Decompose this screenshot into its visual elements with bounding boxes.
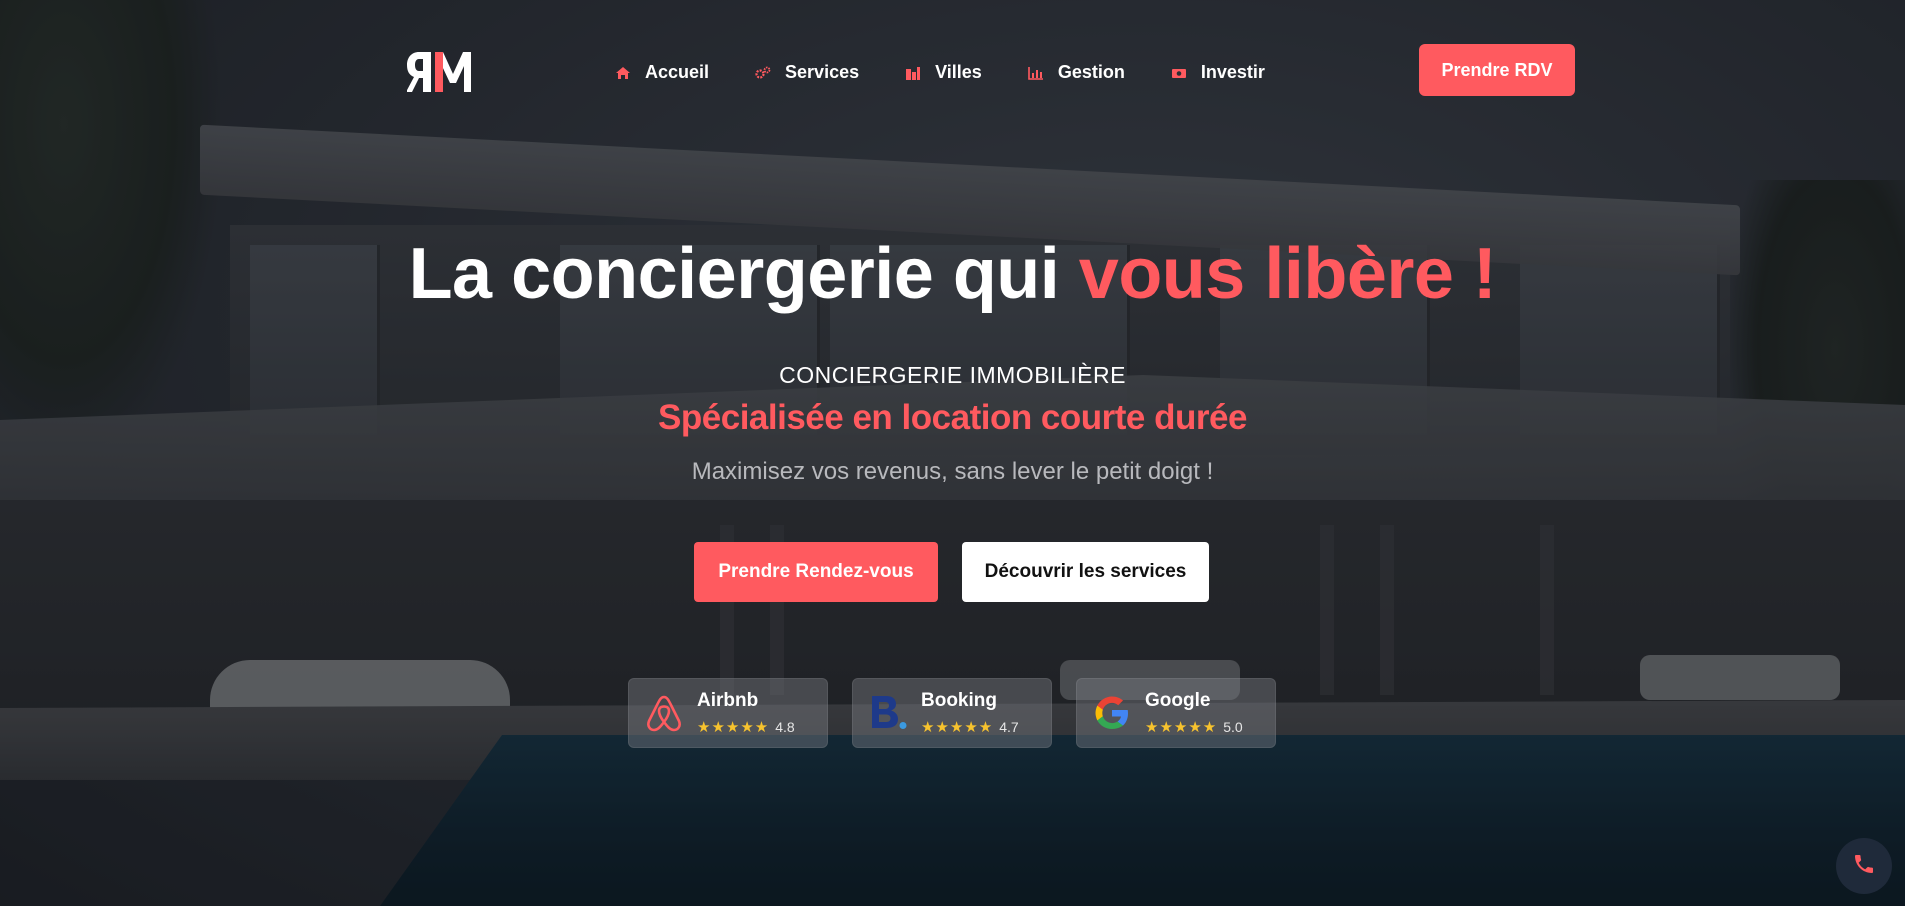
phone-icon: [1852, 852, 1876, 881]
rating-name: Airbnb: [697, 690, 759, 711]
nav-label: Villes: [935, 62, 982, 82]
hero-kicker: CONCIERGERIE IMMOBILIÈRE: [779, 362, 1126, 388]
discover-services-button[interactable]: Découvrir les services: [962, 542, 1209, 602]
rating-name: Google: [1145, 690, 1211, 711]
rating-row: ★★★★★ 4.7: [921, 718, 1019, 736]
nav-item-accueil[interactable]: Accueil: [615, 62, 709, 83]
home-icon: [615, 66, 631, 80]
site-header: Accueil Services Villes Gestion Investir: [0, 0, 1905, 120]
nav-item-villes[interactable]: Villes: [905, 62, 982, 83]
nav-label: Services: [785, 62, 860, 82]
star-rating: ★★★★★: [697, 719, 770, 736]
rm-logo-icon: [407, 52, 471, 92]
nav-item-investir[interactable]: Investir: [1171, 62, 1265, 83]
nav-label: Gestion: [1057, 62, 1125, 82]
floating-call-button[interactable]: [1836, 838, 1892, 894]
rating-body: Google ★★★★★ 5.0: [1145, 690, 1243, 736]
hero-title-main: La conciergerie qui: [408, 234, 1079, 314]
hero-tagline: Maximisez vos revenus, sans lever le pet…: [691, 458, 1214, 485]
rating-card-google: Google ★★★★★ 5.0: [1076, 678, 1276, 748]
nav-item-services[interactable]: Services: [755, 62, 859, 83]
hero-title-accent: vous libère !: [1078, 234, 1497, 314]
rating-card-airbnb: Airbnb ★★★★★ 4.8: [628, 678, 828, 748]
google-logo-icon: [1091, 692, 1133, 734]
rating-score: 5.0: [1223, 719, 1243, 735]
nav-label: Accueil: [645, 62, 710, 82]
money-icon: [1171, 66, 1187, 80]
header-appointment-button[interactable]: Prendre RDV: [1419, 44, 1575, 96]
rating-score: 4.8: [775, 719, 795, 735]
booking-logo-icon: [867, 692, 909, 734]
appointment-button[interactable]: Prendre Rendez-vous: [694, 542, 938, 602]
rating-row: ★★★★★ 4.8: [697, 718, 795, 736]
nav-label: Investir: [1200, 62, 1265, 82]
city-icon: [905, 66, 921, 80]
rating-row: ★★★★★ 5.0: [1145, 718, 1243, 736]
hero-title: La conciergerie qui vous libère !: [0, 232, 1905, 316]
rating-name: Booking: [921, 690, 997, 711]
star-rating: ★★★★★: [1145, 719, 1218, 736]
nav-item-gestion[interactable]: Gestion: [1028, 62, 1125, 83]
hero-subtitle: Spécialisée en location courte durée: [658, 398, 1247, 437]
site-logo[interactable]: [407, 46, 483, 94]
rating-card-booking: Booking ★★★★★ 4.7: [852, 678, 1052, 748]
rating-body: Booking ★★★★★ 4.7: [921, 690, 1019, 736]
rating-score: 4.7: [999, 719, 1019, 735]
chart-icon: [1028, 66, 1044, 80]
star-rating: ★★★★★: [921, 719, 994, 736]
ratings-row: Airbnb ★★★★★ 4.8 Booking ★★★★★ 4.7 Googl…: [628, 678, 1276, 748]
airbnb-logo-icon: [643, 692, 685, 734]
gears-icon: [755, 66, 771, 80]
hero-background: [0, 0, 1905, 906]
dark-overlay: [0, 0, 1905, 906]
rating-body: Airbnb ★★★★★ 4.8: [697, 690, 795, 736]
main-nav: Accueil Services Villes Gestion Investir: [615, 62, 1311, 83]
